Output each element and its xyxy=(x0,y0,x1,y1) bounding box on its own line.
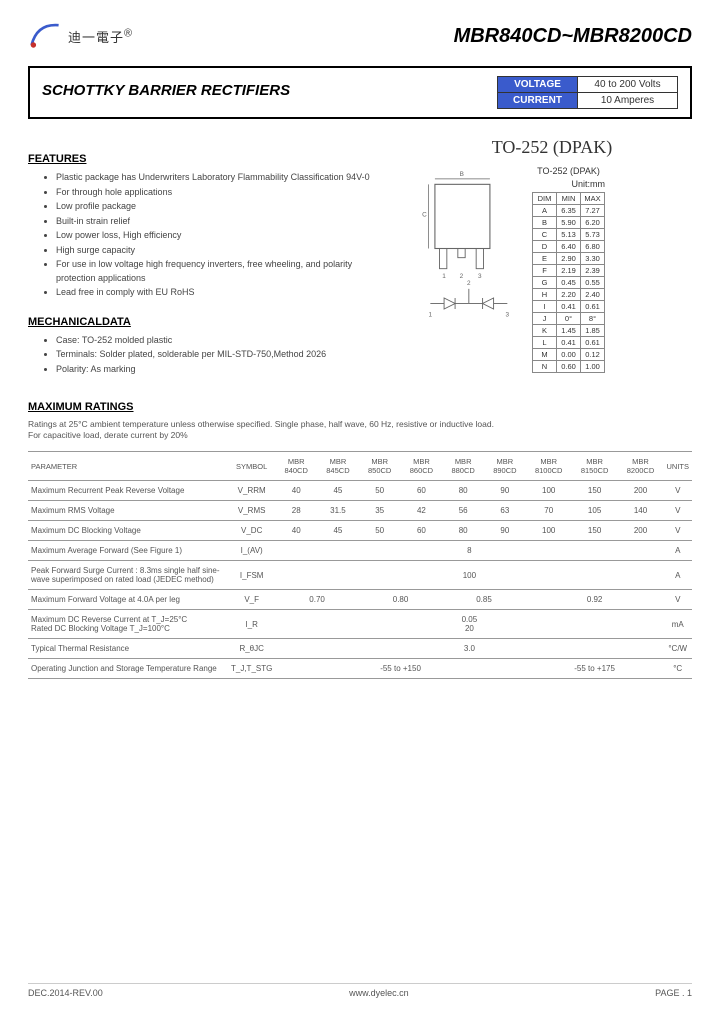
ratings-header: MBR 850CD xyxy=(359,452,401,481)
package-subtitle: TO-252 (DPAK) xyxy=(532,166,605,176)
dim-row: A6.357.27 xyxy=(533,205,605,217)
feature-item: Lead free in comply with EU RoHS xyxy=(56,286,392,300)
ratings-header: MBR 845CD xyxy=(317,452,359,481)
max-ratings-heading: MAXIMUM RATINGS xyxy=(28,401,692,413)
ratings-header: MBR 860CD xyxy=(401,452,443,481)
feature-item: Low power loss, High efficiency xyxy=(56,229,392,243)
footer-url: www.dyelec.cn xyxy=(349,988,409,998)
svg-text:B: B xyxy=(460,171,464,178)
mechanical-item: Case: TO-252 molded plastic xyxy=(56,334,392,348)
dim-row: G0.450.55 xyxy=(533,277,605,289)
dim-row: H2.202.40 xyxy=(533,289,605,301)
voltage-label: VOLTAGE xyxy=(498,77,578,93)
logo-swoosh-icon xyxy=(28,18,64,54)
page-header: 迪一電子® MBR840CD~MBR8200CD xyxy=(28,18,692,54)
ratings-row: Maximum DC Blocking VoltageV_DC404550608… xyxy=(28,521,692,541)
dim-row: I0.410.61 xyxy=(533,301,605,313)
package-title: TO-252 (DPAK) xyxy=(412,137,692,158)
dim-header: DIM xyxy=(533,193,557,205)
footer-page: PAGE . 1 xyxy=(655,988,692,998)
ratings-row: Maximum Recurrent Peak Reverse VoltageV_… xyxy=(28,481,692,501)
dim-row: E2.903.30 xyxy=(533,253,605,265)
company-name: 迪一電子® xyxy=(68,27,133,46)
dim-row: B5.906.20 xyxy=(533,217,605,229)
features-list: Plastic package has Underwriters Laborat… xyxy=(28,171,392,300)
feature-item: Low profile package xyxy=(56,200,392,214)
company-logo: 迪一電子® xyxy=(28,18,133,54)
document-title: SCHOTTKY BARRIER RECTIFIERS xyxy=(42,76,290,99)
dim-row: K1.451.85 xyxy=(533,325,605,337)
mechanical-item: Polarity: As marking xyxy=(56,363,392,377)
voltage-current-spec: VOLTAGE 40 to 200 Volts CURRENT 10 Amper… xyxy=(497,76,678,109)
voltage-value: 40 to 200 Volts xyxy=(578,77,678,93)
current-label: CURRENT xyxy=(498,93,578,109)
page-footer: DEC.2014-REV.00 www.dyelec.cn PAGE . 1 xyxy=(28,983,692,998)
ratings-row: Maximum DC Reverse Current at T_J=25°CRa… xyxy=(28,610,692,639)
ratings-row: Peak Forward Surge Current : 8.3ms singl… xyxy=(28,561,692,590)
dimension-table: DIMMINMAXA6.357.27B5.906.20C5.135.73D6.4… xyxy=(532,192,605,373)
ratings-header: UNITS xyxy=(663,452,692,481)
ratings-row: Maximum Average Forward (See Figure 1)I_… xyxy=(28,541,692,561)
footer-revision: DEC.2014-REV.00 xyxy=(28,988,103,998)
ratings-header: SYMBOL xyxy=(228,452,275,481)
mechanical-item: Terminals: Solder plated, solderable per… xyxy=(56,348,392,362)
ratings-table: PARAMETERSYMBOLMBR 840CDMBR 845CDMBR 850… xyxy=(28,451,692,679)
max-ratings-note: Ratings at 25°C ambient temperature unle… xyxy=(28,419,692,441)
package-outline-icon: B C 1 2 3 xyxy=(412,166,522,331)
svg-text:2: 2 xyxy=(460,273,464,280)
svg-text:1: 1 xyxy=(442,273,446,280)
svg-text:C: C xyxy=(422,211,427,218)
ratings-row: Maximum RMS VoltageV_RMS2831.53542566370… xyxy=(28,501,692,521)
ratings-row: Operating Junction and Storage Temperatu… xyxy=(28,659,692,679)
mechanical-list: Case: TO-252 molded plasticTerminals: So… xyxy=(28,334,392,377)
feature-item: For use in low voltage high frequency in… xyxy=(56,258,392,285)
ratings-header: PARAMETER xyxy=(28,452,228,481)
ratings-header: MBR 8200CD xyxy=(618,452,664,481)
dim-row: C5.135.73 xyxy=(533,229,605,241)
unit-note: Unit:mm xyxy=(532,179,605,189)
svg-text:3: 3 xyxy=(506,311,510,318)
feature-item: Built-in strain relief xyxy=(56,215,392,229)
feature-item: Plastic package has Underwriters Laborat… xyxy=(56,171,392,185)
ratings-header: MBR 8150CD xyxy=(572,452,618,481)
ratings-header: MBR 8100CD xyxy=(526,452,572,481)
feature-item: For through hole applications xyxy=(56,186,392,200)
ratings-header: MBR 890CD xyxy=(484,452,526,481)
dim-row: J0°8° xyxy=(533,313,605,325)
part-number: MBR840CD~MBR8200CD xyxy=(454,25,692,48)
svg-text:2: 2 xyxy=(467,280,471,287)
current-value: 10 Amperes xyxy=(578,93,678,109)
title-box: SCHOTTKY BARRIER RECTIFIERS VOLTAGE 40 t… xyxy=(28,66,692,119)
ratings-header: MBR 840CD xyxy=(275,452,317,481)
mechanical-heading: MECHANICALDATA xyxy=(28,316,392,328)
dim-row: D6.406.80 xyxy=(533,241,605,253)
dim-row: F2.192.39 xyxy=(533,265,605,277)
dim-row: M0.000.12 xyxy=(533,349,605,361)
dim-row: L0.410.61 xyxy=(533,337,605,349)
dim-header: MIN xyxy=(557,193,581,205)
features-heading: FEATURES xyxy=(28,153,392,165)
svg-text:1: 1 xyxy=(429,311,433,318)
dim-row: N0.601.00 xyxy=(533,361,605,373)
svg-text:3: 3 xyxy=(478,273,482,280)
ratings-row: Typical Thermal ResistanceR_θJC3.0°C/W xyxy=(28,639,692,659)
feature-item: High surge capacity xyxy=(56,244,392,258)
dim-header: MAX xyxy=(581,193,605,205)
ratings-row: Maximum Forward Voltage at 4.0A per legV… xyxy=(28,590,692,610)
ratings-header: MBR 880CD xyxy=(442,452,484,481)
